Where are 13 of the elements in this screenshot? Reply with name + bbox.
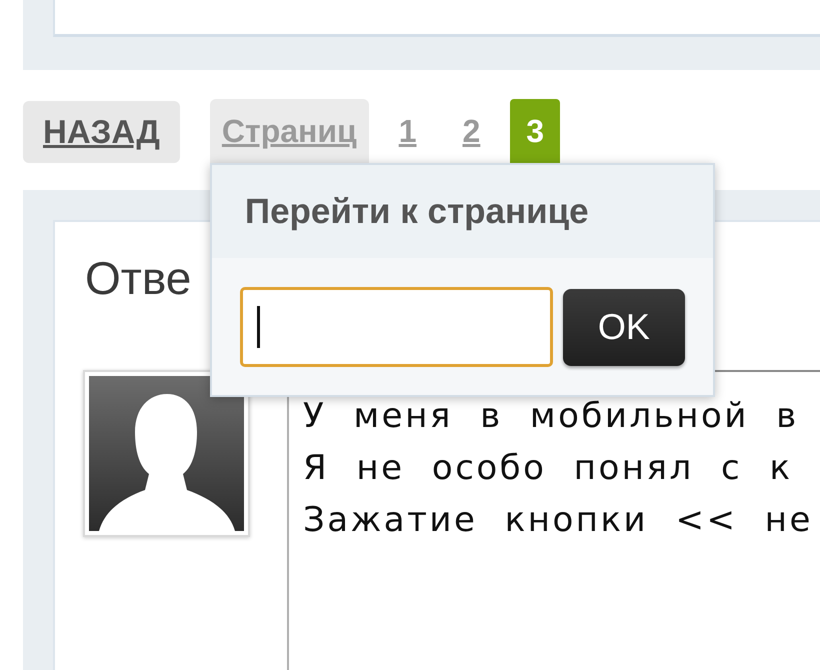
page-jump-button[interactable]: Страниц: [210, 99, 369, 163]
section-heading: Отве: [85, 251, 192, 306]
ok-button[interactable]: OK: [562, 288, 685, 366]
page-link[interactable]: 3: [510, 99, 560, 163]
page-number-field[interactable]: [240, 287, 553, 367]
back-button[interactable]: НАЗАД: [23, 101, 180, 163]
page-link[interactable]: 1: [382, 99, 432, 163]
popup-title: Перейти к странице: [244, 192, 589, 232]
post-text-line: У меня в мобильной в: [303, 398, 800, 434]
post-text-line: Зажатие кнопки << не: [303, 502, 814, 538]
post-text-line: Я не особо понял с к: [303, 450, 794, 486]
page-link[interactable]: 2: [446, 99, 496, 163]
text-cursor-icon: [256, 306, 260, 348]
